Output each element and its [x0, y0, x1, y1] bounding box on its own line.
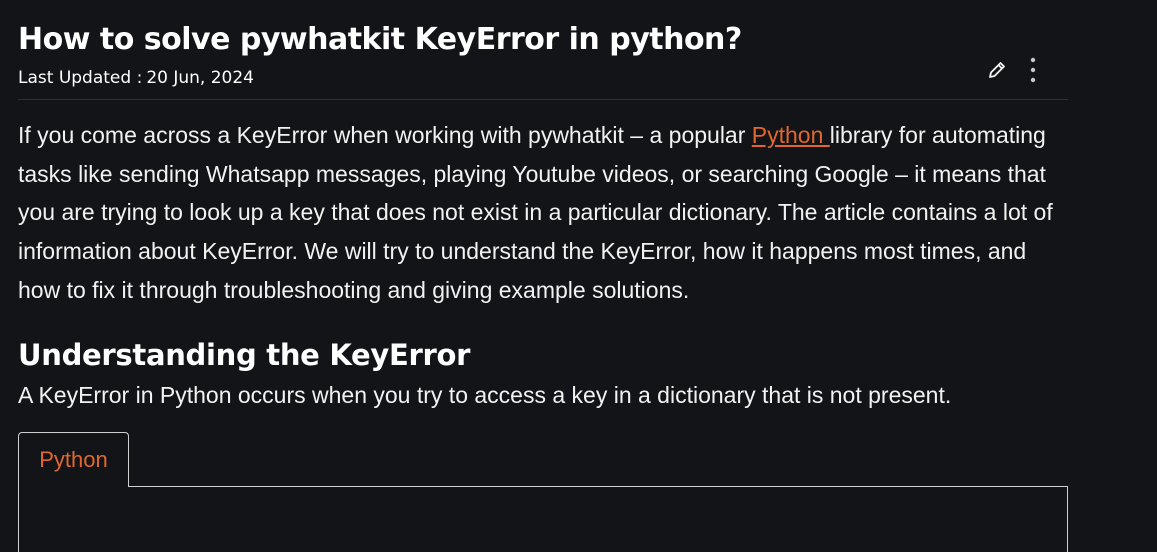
intro-text-before-link: If you come across a KeyError when worki…	[18, 122, 752, 148]
article: How to solve pywhatkit KeyError in pytho…	[18, 0, 1068, 552]
pencil-icon[interactable]	[986, 56, 1008, 84]
last-updated-label: Last Updated :	[18, 68, 143, 88]
article-title: How to solve pywhatkit KeyError in pytho…	[18, 22, 742, 57]
kebab-menu-icon-graphic	[1030, 57, 1036, 83]
python-link[interactable]: Python	[752, 122, 830, 148]
code-panel	[18, 485, 1068, 552]
intro-paragraph: If you come across a KeyError when worki…	[18, 116, 1068, 310]
header-divider	[18, 99, 1068, 100]
code-tab-connector	[19, 485, 128, 488]
intro-text-after-link: library for automating tasks like sendin…	[18, 122, 1053, 303]
last-updated-date: 20 Jun, 2024	[146, 68, 254, 88]
code-tab-python[interactable]: Python	[18, 431, 129, 487]
article-actions	[986, 56, 1044, 84]
article-meta: Last Updated : 20 Jun, 2024	[18, 66, 1068, 90]
kebab-menu-icon[interactable]	[1022, 56, 1044, 84]
section-heading: Understanding the KeyError	[18, 337, 471, 372]
page: How to solve pywhatkit KeyError in pytho…	[0, 0, 1157, 552]
code-block: Python	[18, 431, 1068, 552]
pencil-icon-graphic	[989, 62, 1005, 78]
section-paragraph: A KeyError in Python occurs when you try…	[18, 381, 952, 408]
